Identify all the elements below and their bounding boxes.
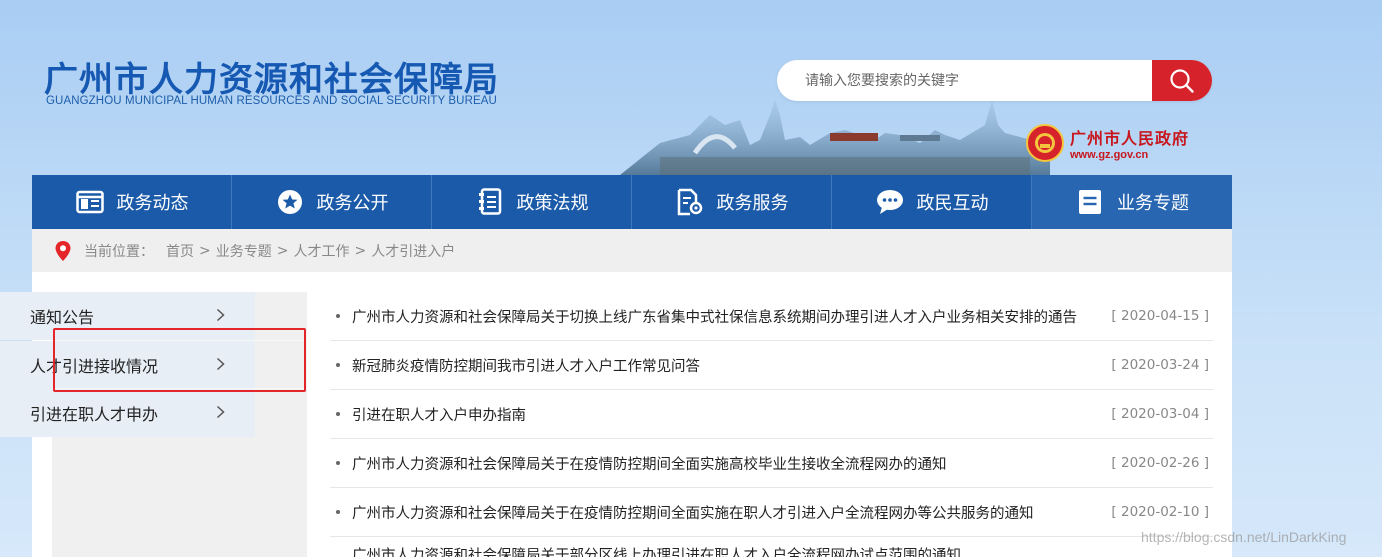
site-title[interactable]: 广州市人力资源和社会保障局 (44, 52, 499, 101)
news-date: [ 2020-02-26 ] (1111, 455, 1209, 471)
list-item[interactable]: 广州市人力资源和社会保障局关于在疫情防控期间全面实施在职人才引进入户全流程网办等… (330, 488, 1213, 537)
sidebar-item-apply-talent[interactable]: 引进在职人才申办 (0, 389, 255, 437)
breadcrumb-home[interactable]: 首页 (166, 241, 194, 261)
document-gear-icon (675, 187, 705, 217)
news-list: 广州市人力资源和社会保障局关于切换上线广东省集中式社保信息系统期间办理引进人才入… (330, 292, 1213, 537)
main-nav: 政务动态 政务公开 政策法规 政务服务 政民互动 业务专题 (32, 175, 1232, 229)
bullet-dot (336, 363, 340, 367)
news-title[interactable]: 广州市人力资源和社会保障局关于在疫情防控期间全面实施高校毕业生接收全流程网办的通… (352, 453, 947, 474)
sidebar-divider (52, 340, 307, 341)
news-date: [ 2020-03-24 ] (1111, 357, 1209, 373)
nav-label: 政务服务 (716, 193, 789, 214)
nav-label: 业务专题 (1117, 193, 1189, 214)
news-panel-icon (75, 187, 105, 217)
breadcrumb: 当前位置： 首页 > 业务专题 > 人才工作 > 人才引进入户 (32, 229, 1232, 272)
nav-label: 政务动态 (116, 193, 189, 214)
news-date: [ 2020-04-15 ] (1111, 308, 1209, 324)
chevron-right-icon (216, 357, 225, 371)
sidebar-item-label: 人才引进接收情况 (30, 357, 159, 376)
sidebar-item-notices[interactable]: 通知公告 (0, 292, 255, 340)
watermark: https://blog.csdn.net/LinDarkKing (1141, 529, 1347, 545)
search-icon (1169, 68, 1195, 94)
nav-item-news[interactable]: 政务动态 (32, 175, 232, 229)
breadcrumb-separator: > (276, 242, 289, 259)
news-title-partial[interactable]: 广州市人力资源和社会保障局关于部分区线上办理引进在职人才入户全流程网办试点范围的… (352, 544, 1052, 557)
bullet-dot (336, 461, 340, 465)
breadcrumb-separator: > (199, 242, 211, 259)
nav-item-interaction[interactable]: 政民互动 (832, 175, 1032, 229)
news-title[interactable]: 新冠肺炎疫情防控期间我市引进人才入户工作常见问答 (352, 355, 700, 376)
location-pin-icon (54, 240, 72, 262)
bullet-dot (336, 412, 340, 416)
list-item[interactable]: 广州市人力资源和社会保障局关于切换上线广东省集中式社保信息系统期间办理引进人才入… (330, 292, 1213, 341)
chat-bubble-icon (875, 187, 905, 217)
sidebar-divider (52, 388, 307, 389)
list-item[interactable]: 广州市人力资源和社会保障局关于在疫情防控期间全面实施高校毕业生接收全流程网办的通… (330, 439, 1213, 488)
sidebar-item-talent-intake[interactable]: 人才引进接收情况 (0, 341, 255, 389)
breadcrumb-separator: > (354, 242, 367, 259)
list-item[interactable]: 引进在职人才入户申办指南 [ 2020-03-04 ] (330, 390, 1213, 439)
sidebar-item-label: 引进在职人才申办 (30, 405, 159, 424)
nav-item-policy[interactable]: 政策法规 (432, 175, 632, 229)
breadcrumb-topics[interactable]: 业务专题 (216, 241, 272, 261)
news-date: [ 2020-02-10 ] (1111, 504, 1209, 520)
news-date: [ 2020-03-04 ] (1111, 406, 1209, 422)
national-emblem-icon (1026, 124, 1064, 162)
nav-label: 政务公开 (316, 193, 389, 214)
bullet-dot (336, 510, 340, 514)
book-icon (475, 187, 505, 217)
chevron-right-icon (216, 405, 225, 419)
gov-name: 广州市人民政府 (1070, 129, 1190, 148)
star-circle-icon (275, 187, 305, 217)
list-item[interactable]: 新冠肺炎疫情防控期间我市引进人才入户工作常见问答 [ 2020-03-24 ] (330, 341, 1213, 390)
gov-url: www.gz.gov.cn (1070, 149, 1149, 161)
gov-portal-link[interactable]: 广州市人民政府 www.gz.gov.cn (1026, 124, 1189, 162)
nav-item-service[interactable]: 政务服务 (632, 175, 832, 229)
site-subtitle: GUANGZHOU MUNICIPAL HUMAN RESOURCES AND … (46, 95, 497, 107)
breadcrumb-current[interactable]: 人才引进入户 (371, 241, 455, 261)
breadcrumb-prefix: 当前位置： (84, 243, 154, 260)
news-title[interactable]: 广州市人力资源和社会保障局关于切换上线广东省集中式社保信息系统期间办理引进人才入… (352, 306, 1077, 327)
list-doc-icon (1075, 187, 1105, 217)
chevron-right-icon (216, 308, 225, 322)
nav-item-topics[interactable]: 业务专题 (1032, 175, 1232, 229)
breadcrumb-talent-work[interactable]: 人才工作 (293, 241, 349, 261)
news-title[interactable]: 广州市人力资源和社会保障局关于在疫情防控期间全面实施在职人才引进入户全流程网办等… (352, 502, 1034, 523)
nav-label: 政策法规 (516, 193, 589, 214)
nav-item-public[interactable]: 政务公开 (232, 175, 432, 229)
bullet-dot (336, 314, 340, 318)
news-title[interactable]: 引进在职人才入户申办指南 (352, 404, 526, 425)
search-button[interactable] (1152, 60, 1212, 101)
nav-label: 政民互动 (916, 193, 989, 214)
city-skyline-illustration (620, 100, 1050, 175)
sidebar-item-label: 通知公告 (30, 308, 95, 327)
